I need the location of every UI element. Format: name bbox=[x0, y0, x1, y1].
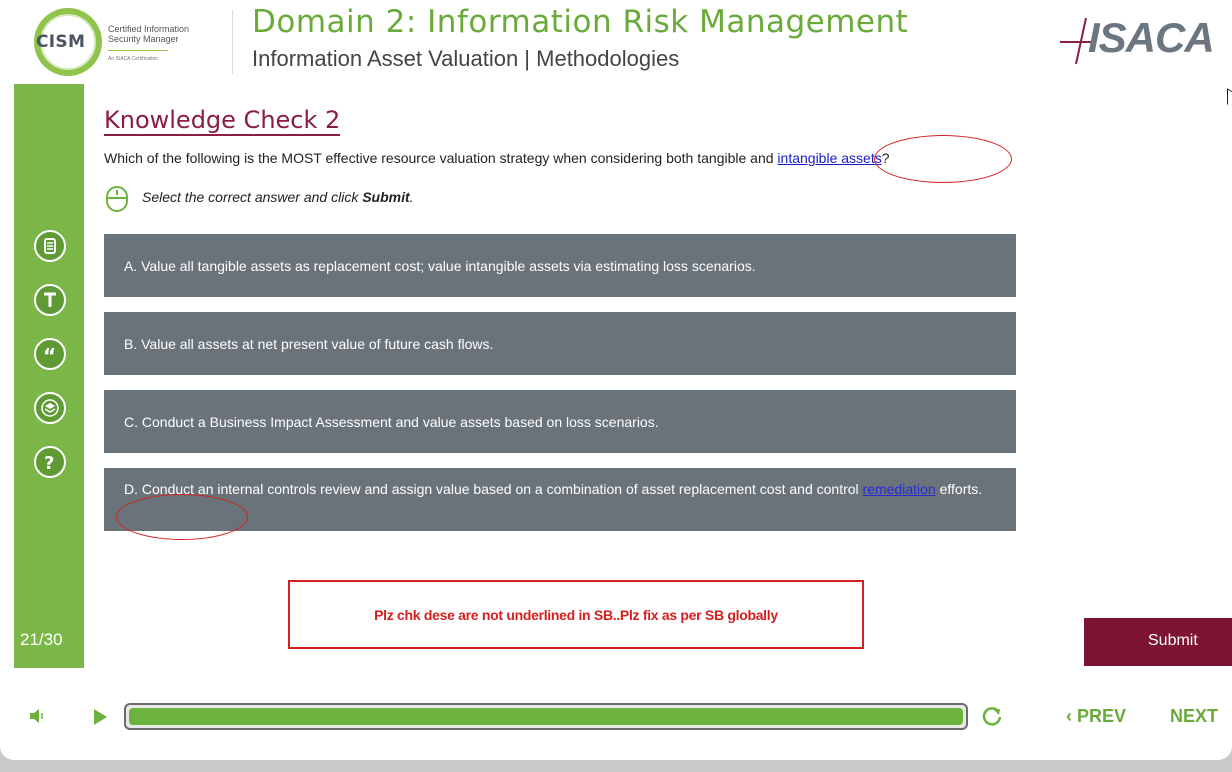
answer-option-b-text: B. Value all assets at net present value… bbox=[124, 336, 494, 352]
question-text: Which of the following is the MOST effec… bbox=[104, 150, 890, 166]
cism-logo: CISM bbox=[34, 8, 102, 76]
play-icon[interactable] bbox=[92, 708, 108, 726]
question-text-start: Which of the following is the MOST effec… bbox=[104, 150, 778, 166]
course-subtitle: Information Asset Valuation | Methodolog… bbox=[252, 46, 680, 71]
prev-button[interactable]: ‹ PREV bbox=[1066, 706, 1126, 727]
isaca-logo: ISACA bbox=[1056, 12, 1228, 66]
answer-option-d-text-end: efforts. bbox=[935, 481, 983, 497]
header-divider bbox=[232, 10, 233, 74]
answer-option-c[interactable]: C. Conduct a Business Impact Assessment … bbox=[104, 390, 1016, 453]
cism-divider-line bbox=[108, 50, 168, 51]
page-counter: 21/30 bbox=[20, 630, 63, 649]
sidebar: “ ? 21/30 bbox=[14, 84, 84, 668]
course-title: Domain 2: Information Risk Management bbox=[252, 4, 909, 40]
progress-bar[interactable] bbox=[124, 703, 968, 730]
annotation-oval-intangible bbox=[874, 135, 1012, 183]
answer-option-c-text: C. Conduct a Business Impact Assessment … bbox=[124, 414, 659, 430]
cism-cert-line2: Security Manager bbox=[108, 34, 179, 44]
answer-option-d-text: D. Conduct an internal controls review a… bbox=[124, 480, 996, 498]
next-button[interactable]: NEXT bbox=[1170, 706, 1218, 727]
quote-icon[interactable]: “ bbox=[34, 338, 66, 370]
mouse-cursor bbox=[1227, 88, 1232, 108]
intangible-assets-link[interactable]: intangible assets bbox=[777, 150, 881, 166]
instruction-submit-word: Submit bbox=[362, 189, 410, 205]
replay-icon[interactable] bbox=[980, 704, 1004, 728]
instruction-text-end: . bbox=[409, 189, 414, 205]
answer-option-d[interactable]: D. Conduct an internal controls review a… bbox=[104, 468, 1016, 531]
review-note-text: Plz chk dese are not underlined in SB..P… bbox=[374, 607, 778, 623]
next-button-label: NEXT bbox=[1170, 706, 1219, 726]
cism-cert-label: Certified Information Security Manager bbox=[108, 24, 218, 44]
knowledge-check-title: Knowledge Check 2 bbox=[104, 106, 341, 136]
cism-cert-sub: An ISACA Certification bbox=[108, 56, 159, 62]
course-window: CISM Certified Information Security Mana… bbox=[0, 0, 1232, 760]
header: CISM Certified Information Security Mana… bbox=[0, 0, 1232, 84]
layers-icon[interactable] bbox=[34, 392, 66, 424]
chevron-left-icon: ‹ bbox=[1066, 706, 1072, 726]
progress-bar-fill bbox=[129, 708, 963, 725]
instruction-text-start: Select the correct answer and click bbox=[142, 189, 363, 205]
instruction-text: Select the correct answer and click Subm… bbox=[142, 189, 414, 205]
answer-option-a-text: A. Value all tangible assets as replacem… bbox=[124, 258, 756, 274]
mouse-icon bbox=[106, 186, 128, 212]
answer-option-a[interactable]: A. Value all tangible assets as replacem… bbox=[104, 234, 1016, 297]
remediation-link[interactable]: remediation bbox=[863, 481, 936, 497]
svg-text:“: “ bbox=[43, 344, 56, 368]
question-text-end: ? bbox=[881, 150, 890, 166]
help-icon[interactable]: ? bbox=[34, 446, 66, 478]
volume-icon[interactable] bbox=[28, 706, 48, 726]
isaca-logo-text: ISACA bbox=[1088, 14, 1215, 61]
prev-button-label: PREV bbox=[1077, 706, 1127, 726]
submit-button-label: Submit bbox=[1148, 632, 1198, 649]
svg-text:?: ? bbox=[44, 453, 54, 474]
answer-option-d-text-start: D. Conduct an internal controls review a… bbox=[124, 481, 863, 497]
submit-button[interactable]: Submit bbox=[1084, 618, 1232, 666]
transcript-icon[interactable] bbox=[34, 284, 66, 316]
answer-option-b[interactable]: B. Value all assets at net present value… bbox=[104, 312, 1016, 375]
cism-logo-text: CISM bbox=[36, 32, 86, 52]
notes-icon[interactable] bbox=[34, 230, 66, 262]
cism-cert-line1: Certified Information bbox=[108, 24, 190, 34]
review-note-box: Plz chk dese are not underlined in SB..P… bbox=[288, 580, 864, 649]
